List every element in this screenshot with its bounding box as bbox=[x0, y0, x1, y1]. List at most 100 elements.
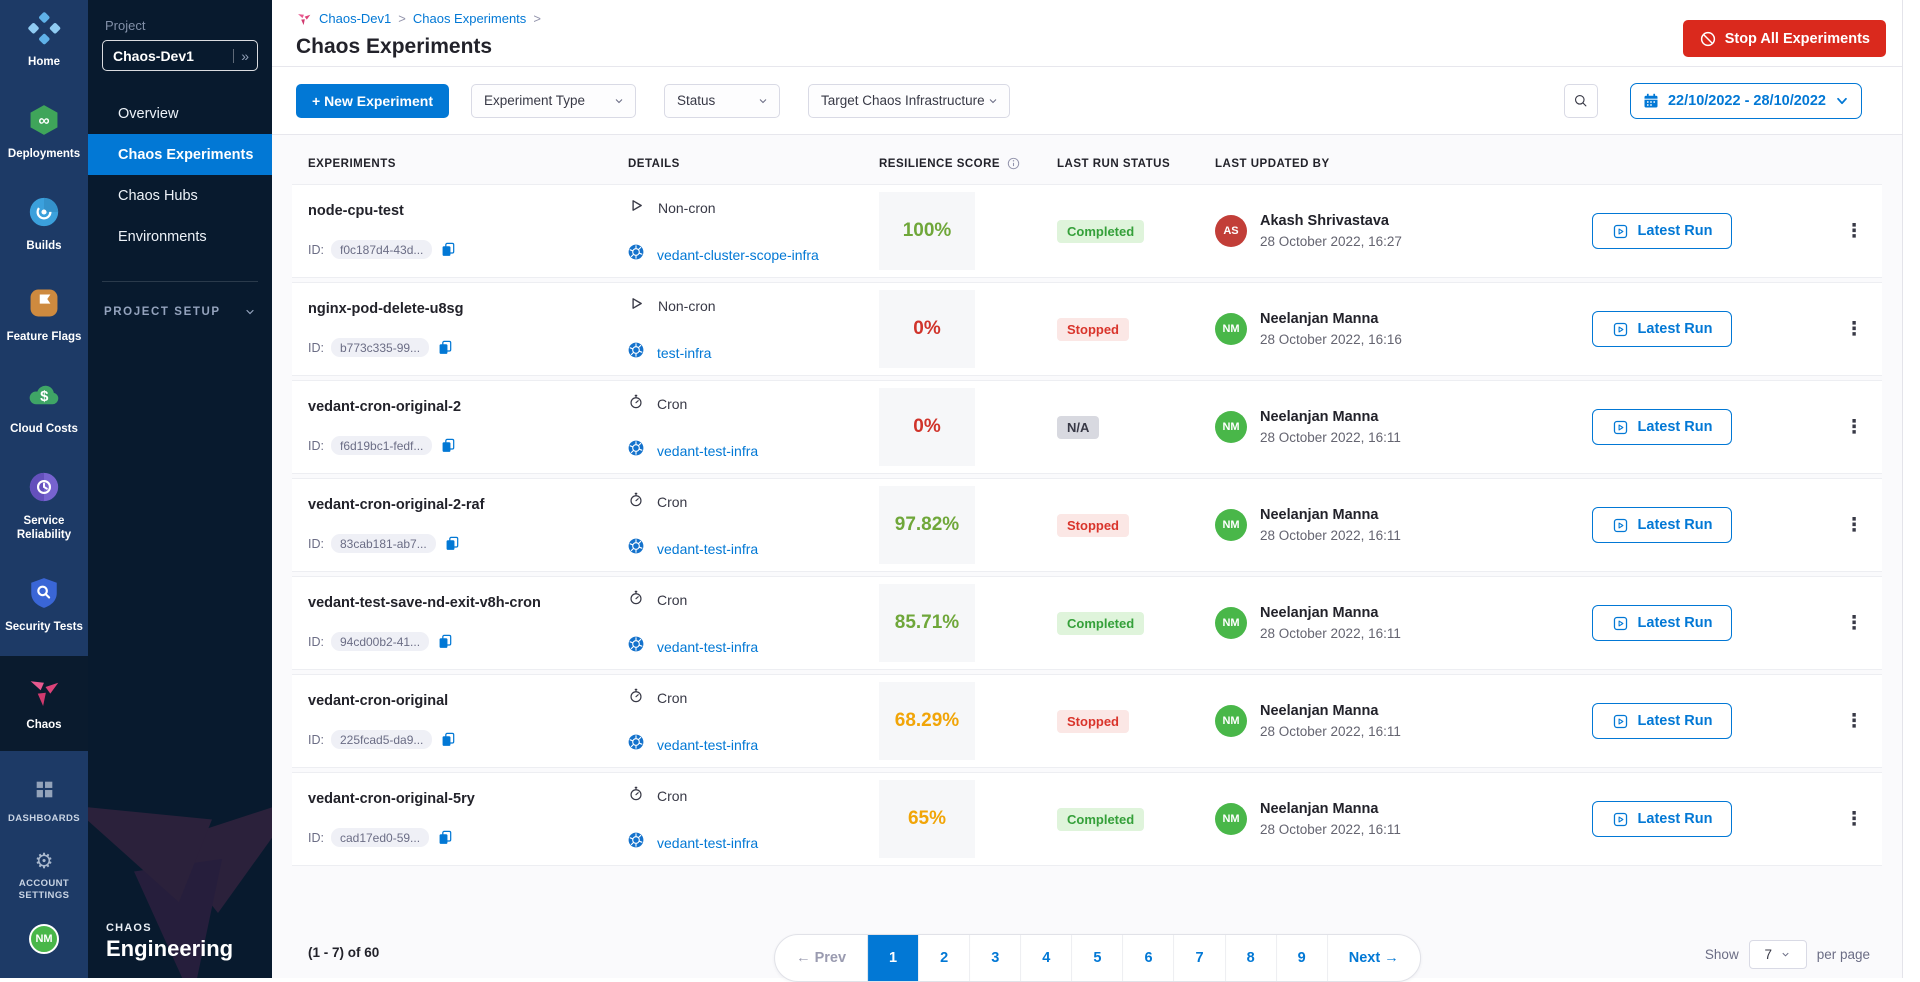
info-icon[interactable] bbox=[1007, 157, 1020, 170]
new-experiment-button[interactable]: + New Experiment bbox=[296, 84, 449, 118]
breadcrumb-page-link[interactable]: Chaos Experiments bbox=[413, 11, 526, 26]
nav-item-label: Chaos Experiments bbox=[118, 147, 253, 163]
nav-item-environments[interactable]: Environments bbox=[88, 216, 272, 257]
last-run-status-cell: Stopped bbox=[1057, 318, 1215, 341]
per-page-select[interactable]: 7 bbox=[1749, 940, 1807, 969]
column-header-last-updated-by: LAST UPDATED BY bbox=[1215, 158, 1592, 170]
experiment-name-link[interactable]: nginx-pod-delete-u8sg bbox=[308, 301, 628, 317]
schedule-type-label: Cron bbox=[657, 494, 687, 510]
search-button[interactable] bbox=[1564, 84, 1598, 118]
page-button-8[interactable]: 8 bbox=[1225, 935, 1276, 981]
chevron-down-icon bbox=[1780, 949, 1791, 960]
page-button-4[interactable]: 4 bbox=[1020, 935, 1071, 981]
copy-id-button[interactable] bbox=[445, 536, 459, 551]
row-menu-button[interactable]: ⋮ bbox=[1826, 318, 1882, 341]
filter-experiment-type[interactable]: Experiment Type bbox=[471, 84, 636, 118]
row-menu-button[interactable]: ⋮ bbox=[1826, 220, 1882, 243]
page-button-3[interactable]: 3 bbox=[969, 935, 1020, 981]
infrastructure-link[interactable]: vedant-cluster-scope-infra bbox=[657, 247, 819, 263]
sidebar-item-service-reliability[interactable]: Service Reliability bbox=[0, 470, 88, 543]
sidebar-item-feature-flags[interactable]: Feature Flags bbox=[0, 286, 88, 345]
experiment-name-link[interactable]: node-cpu-test bbox=[308, 203, 628, 219]
latest-run-button[interactable]: Latest Run bbox=[1592, 801, 1732, 837]
breadcrumb-project-link[interactable]: Chaos-Dev1 bbox=[319, 11, 391, 26]
experiment-cell: node-cpu-test ID: f0c187d4-43d... bbox=[308, 203, 628, 259]
experiment-cell: vedant-cron-original-5ry ID: cad17ed0-59… bbox=[308, 791, 628, 847]
filter-target-chaos-infrastructure[interactable]: Target Chaos Infrastructure bbox=[808, 84, 1010, 118]
copy-id-button[interactable] bbox=[438, 340, 452, 355]
page-button-7[interactable]: 7 bbox=[1174, 935, 1225, 981]
latest-run-button[interactable]: Latest Run bbox=[1592, 213, 1732, 249]
row-menu-button[interactable]: ⋮ bbox=[1826, 416, 1882, 439]
latest-run-button[interactable]: Latest Run bbox=[1592, 311, 1732, 347]
sidebar-item-deployments[interactable]: ∞ Deployments bbox=[0, 103, 88, 162]
column-header-label: RESILIENCE SCORE bbox=[879, 158, 1000, 170]
row-menu-button[interactable]: ⋮ bbox=[1826, 710, 1882, 733]
experiment-cell: nginx-pod-delete-u8sg ID: b773c335-99... bbox=[308, 301, 628, 357]
updated-timestamp: 28 October 2022, 16:11 bbox=[1260, 626, 1401, 641]
latest-run-button[interactable]: Latest Run bbox=[1592, 409, 1732, 445]
row-menu-button[interactable]: ⋮ bbox=[1826, 612, 1882, 635]
infrastructure-link[interactable]: test-infra bbox=[657, 345, 711, 361]
sidebar-item-account-settings[interactable]: ⚙ ACCOUNT SETTINGS bbox=[0, 851, 88, 902]
sidebar-item-builds[interactable]: Builds bbox=[0, 195, 88, 254]
user-avatar[interactable]: NM bbox=[29, 924, 59, 954]
details-cell: Cron vedant-test-infra bbox=[628, 785, 879, 853]
latest-run-button[interactable]: Latest Run bbox=[1592, 507, 1732, 543]
sidebar-item-home[interactable]: Home bbox=[0, 11, 88, 70]
date-range-picker[interactable]: 22/10/2022 - 28/10/2022 bbox=[1630, 83, 1862, 119]
row-menu-button[interactable]: ⋮ bbox=[1826, 514, 1882, 537]
project-selector[interactable]: Chaos-Dev1 » bbox=[102, 40, 258, 71]
next-page-button[interactable]: Next → bbox=[1327, 935, 1420, 981]
experiment-name-link[interactable]: vedant-cron-original-2-raf bbox=[308, 497, 628, 513]
prev-page-button[interactable]: ← Prev bbox=[775, 935, 867, 981]
row-menu-button[interactable]: ⋮ bbox=[1826, 808, 1882, 831]
page-button-9[interactable]: 9 bbox=[1276, 935, 1327, 981]
avatar-initials: NM bbox=[35, 933, 52, 945]
sidebar-item-cloud-costs[interactable]: $ Cloud Costs bbox=[0, 378, 88, 437]
infrastructure-link[interactable]: vedant-test-infra bbox=[657, 443, 758, 459]
details-cell: Cron vedant-test-infra bbox=[628, 687, 879, 755]
nav-item-overview[interactable]: Overview bbox=[88, 93, 272, 134]
copy-id-button[interactable] bbox=[441, 242, 455, 257]
infrastructure-link[interactable]: vedant-test-infra bbox=[657, 639, 758, 655]
page-button-2[interactable]: 2 bbox=[918, 935, 969, 981]
run-icon bbox=[1612, 615, 1629, 632]
page-button-6[interactable]: 6 bbox=[1122, 935, 1173, 981]
stop-all-label: Stop All Experiments bbox=[1725, 31, 1870, 47]
filter-status[interactable]: Status bbox=[664, 84, 780, 118]
copy-id-button[interactable] bbox=[438, 634, 452, 649]
sidebar-item-dashboards[interactable]: DASHBOARDS bbox=[0, 777, 88, 825]
experiment-name-link[interactable]: vedant-cron-original-5ry bbox=[308, 791, 628, 807]
sidebar-item-security-tests[interactable]: Security Tests bbox=[0, 576, 88, 635]
experiment-name-link[interactable]: vedant-test-save-nd-exit-v8h-cron bbox=[308, 595, 628, 611]
infrastructure-link[interactable]: vedant-test-infra bbox=[657, 737, 758, 753]
resilience-score-cell: 0% bbox=[879, 388, 1057, 466]
nav-item-chaos-hubs[interactable]: Chaos Hubs bbox=[88, 175, 272, 216]
expand-panel-icon[interactable]: » bbox=[233, 49, 249, 63]
resilience-score-box: 65% bbox=[879, 780, 975, 858]
project-setup-toggle[interactable]: PROJECT SETUP bbox=[104, 306, 256, 318]
latest-run-button[interactable]: Latest Run bbox=[1592, 703, 1732, 739]
nav-item-chaos-experiments[interactable]: Chaos Experiments bbox=[88, 134, 272, 175]
page-button-5[interactable]: 5 bbox=[1071, 935, 1122, 981]
copy-id-button[interactable] bbox=[441, 438, 455, 453]
sidebar-item-chaos[interactable]: Chaos bbox=[0, 656, 88, 751]
resilience-score-box: 100% bbox=[879, 192, 975, 270]
updated-timestamp: 28 October 2022, 16:11 bbox=[1260, 724, 1401, 739]
experiment-cell: vedant-cron-original ID: 225fcad5-da9... bbox=[308, 693, 628, 749]
page-button-1[interactable]: 1 bbox=[867, 935, 918, 981]
experiment-name-link[interactable]: vedant-cron-original bbox=[308, 693, 628, 709]
experiment-name-link[interactable]: vedant-cron-original-2 bbox=[308, 399, 628, 415]
stop-all-experiments-button[interactable]: Stop All Experiments bbox=[1683, 20, 1886, 57]
experiment-cell: vedant-cron-original-2 ID: f6d19bc1-fedf… bbox=[308, 399, 628, 455]
latest-run-button[interactable]: Latest Run bbox=[1592, 605, 1732, 641]
copy-id-button[interactable] bbox=[438, 830, 452, 845]
infrastructure-link[interactable]: vedant-test-infra bbox=[657, 541, 758, 557]
search-icon bbox=[1572, 92, 1589, 109]
copy-id-button[interactable] bbox=[441, 732, 455, 747]
user-name: Neelanjan Manna bbox=[1260, 311, 1402, 327]
infrastructure-link[interactable]: vedant-test-infra bbox=[657, 835, 758, 851]
scrollbar-track[interactable] bbox=[1902, 0, 1920, 978]
last-run-status-cell: Stopped bbox=[1057, 710, 1215, 733]
